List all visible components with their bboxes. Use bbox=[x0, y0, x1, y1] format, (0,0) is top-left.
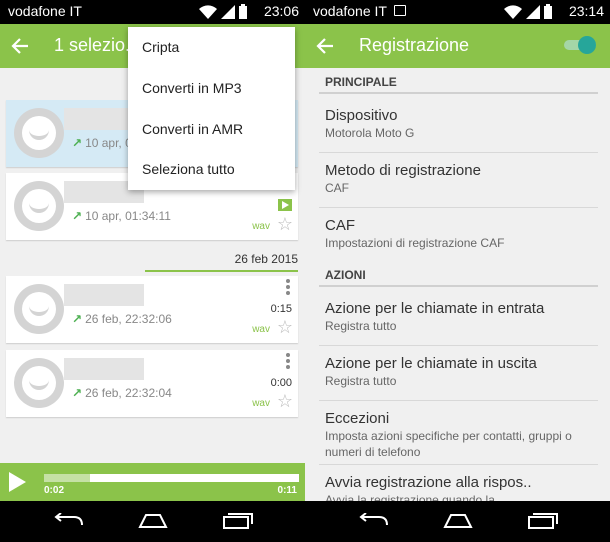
back-arrow-icon[interactable] bbox=[315, 32, 339, 60]
pref-title: Dispositivo bbox=[325, 107, 398, 124]
recording-time: 26 feb, 22:32:04 bbox=[85, 386, 172, 400]
pref-title: Metodo di registrazione bbox=[325, 162, 481, 179]
contact-name-placeholder bbox=[64, 284, 144, 306]
contact-name-placeholder bbox=[64, 358, 144, 380]
recording-time: 26 feb, 22:32:06 bbox=[85, 312, 172, 326]
outgoing-call-icon: ↗ bbox=[72, 136, 83, 150]
menu-item-convert-mp3[interactable]: Converti in MP3 bbox=[128, 68, 295, 109]
overflow-menu: Cripta Converti in MP3 Converti in AMR S… bbox=[128, 27, 295, 190]
battery-icon bbox=[239, 4, 247, 19]
pref-summary: Imposta azioni specifiche per contatti, … bbox=[325, 429, 572, 459]
pref-title: CAF bbox=[325, 217, 355, 234]
carrier-label: vodafone IT bbox=[313, 3, 387, 19]
pref-title: Eccezioni bbox=[325, 410, 390, 427]
wifi-icon bbox=[199, 4, 217, 19]
nav-back-icon[interactable] bbox=[357, 513, 389, 529]
battery-icon bbox=[544, 4, 552, 19]
wifi-icon bbox=[504, 4, 522, 19]
pref-summary: Impostazioni di registrazione CAF bbox=[325, 236, 505, 250]
status-bar: vodafone IT 23:06 bbox=[0, 0, 305, 24]
section-header-principale: PRINCIPALE bbox=[319, 68, 598, 94]
format-label: wav bbox=[252, 324, 270, 335]
pref-summary: Avvia la registrazione quando la bbox=[325, 493, 495, 501]
format-label: wav bbox=[252, 221, 270, 232]
pref-title: Azione per le chiamate in entrata bbox=[325, 300, 545, 317]
duration-label: 0:00 bbox=[270, 377, 292, 389]
nav-recents-icon[interactable] bbox=[527, 513, 559, 529]
clock: 23:14 bbox=[568, 3, 604, 19]
signal-icon bbox=[526, 4, 540, 19]
date-header: 26 feb 2015 bbox=[145, 250, 298, 272]
nav-recents-icon[interactable] bbox=[222, 513, 254, 529]
menu-item-convert-amr[interactable]: Converti in AMR bbox=[128, 109, 295, 150]
overflow-menu-icon[interactable] bbox=[286, 279, 290, 295]
pref-recording-method[interactable]: Metodo di registrazione CAF bbox=[319, 153, 598, 208]
recording-time: 10 apr, 01:34:11 bbox=[85, 209, 171, 223]
right-screen: vodafone IT 23:14 Registrazione PRINCIPA… bbox=[305, 0, 610, 542]
clock: 23:06 bbox=[263, 3, 299, 19]
playback-position: 0:02 bbox=[44, 485, 65, 496]
pref-device[interactable]: Dispositivo Motorola Moto G bbox=[319, 98, 598, 153]
avatar bbox=[14, 358, 64, 408]
navigation-bar bbox=[305, 501, 610, 542]
format-label: wav bbox=[252, 398, 270, 409]
overflow-menu-icon[interactable] bbox=[286, 353, 290, 369]
image-icon bbox=[394, 5, 406, 16]
page-title: Registrazione bbox=[359, 35, 470, 55]
recording-toggle[interactable] bbox=[564, 36, 596, 54]
pref-title: Azione per le chiamate in uscita bbox=[325, 355, 537, 372]
nav-back-icon[interactable] bbox=[52, 513, 84, 529]
seek-bar[interactable] bbox=[44, 474, 299, 482]
pref-summary: Registra tutto bbox=[325, 319, 397, 333]
pref-outgoing-action[interactable]: Azione per le chiamate in uscita Registr… bbox=[319, 346, 598, 401]
pref-summary: CAF bbox=[325, 181, 349, 195]
status-icons bbox=[504, 4, 552, 19]
recording-item[interactable]: ↗ 26 feb, 22:32:04 0:00 wav ☆ bbox=[6, 350, 298, 417]
menu-item-select-all[interactable]: Seleziona tutto bbox=[128, 149, 295, 190]
nav-home-icon[interactable] bbox=[443, 513, 473, 529]
playback-length: 0:11 bbox=[277, 485, 297, 496]
star-icon[interactable]: ☆ bbox=[277, 214, 293, 235]
outgoing-call-icon: ↗ bbox=[72, 386, 83, 400]
left-screen: vodafone IT 23:06 1 selezio... ↗ 10 apr, … bbox=[0, 0, 305, 542]
avatar bbox=[14, 108, 64, 158]
star-icon[interactable]: ☆ bbox=[277, 391, 293, 412]
pref-incoming-action[interactable]: Azione per le chiamate in entrata Regist… bbox=[319, 291, 598, 346]
play-icon[interactable] bbox=[9, 472, 26, 492]
pref-summary: Registra tutto bbox=[325, 374, 397, 388]
back-arrow-icon[interactable] bbox=[10, 32, 34, 60]
section-header-azioni: AZIONI bbox=[319, 261, 598, 287]
recording-item[interactable]: ↗ 26 feb, 22:32:06 0:15 wav ☆ bbox=[6, 276, 298, 343]
star-icon[interactable]: ☆ bbox=[277, 317, 293, 338]
play-icon[interactable] bbox=[278, 199, 292, 211]
pref-summary: Motorola Moto G bbox=[325, 126, 415, 140]
avatar bbox=[14, 181, 64, 231]
audio-player: 0:02 0:11 bbox=[0, 463, 305, 501]
outgoing-call-icon: ↗ bbox=[72, 312, 83, 326]
status-bar: vodafone IT 23:14 bbox=[305, 0, 610, 24]
settings-list[interactable]: PRINCIPALE Dispositivo Motorola Moto G M… bbox=[305, 68, 610, 501]
navigation-bar bbox=[0, 501, 305, 542]
signal-icon bbox=[221, 4, 235, 19]
carrier-label: vodafone IT bbox=[8, 3, 82, 19]
status-icons bbox=[199, 4, 247, 19]
avatar bbox=[14, 284, 64, 334]
pref-exceptions[interactable]: Eccezioni Imposta azioni specifiche per … bbox=[319, 401, 598, 465]
seek-progress bbox=[44, 474, 90, 482]
pref-caf[interactable]: CAF Impostazioni di registrazione CAF bbox=[319, 208, 598, 261]
pref-title: Avvia registrazione alla rispos.. bbox=[325, 474, 532, 491]
duration-label: 0:15 bbox=[270, 303, 292, 315]
nav-home-icon[interactable] bbox=[138, 513, 168, 529]
pref-start-on-answer[interactable]: Avvia registrazione alla rispos.. Avvia … bbox=[319, 465, 598, 501]
outgoing-call-icon: ↗ bbox=[72, 209, 83, 223]
menu-item-encrypt[interactable]: Cripta bbox=[128, 27, 295, 68]
action-bar: Registrazione bbox=[305, 24, 610, 68]
